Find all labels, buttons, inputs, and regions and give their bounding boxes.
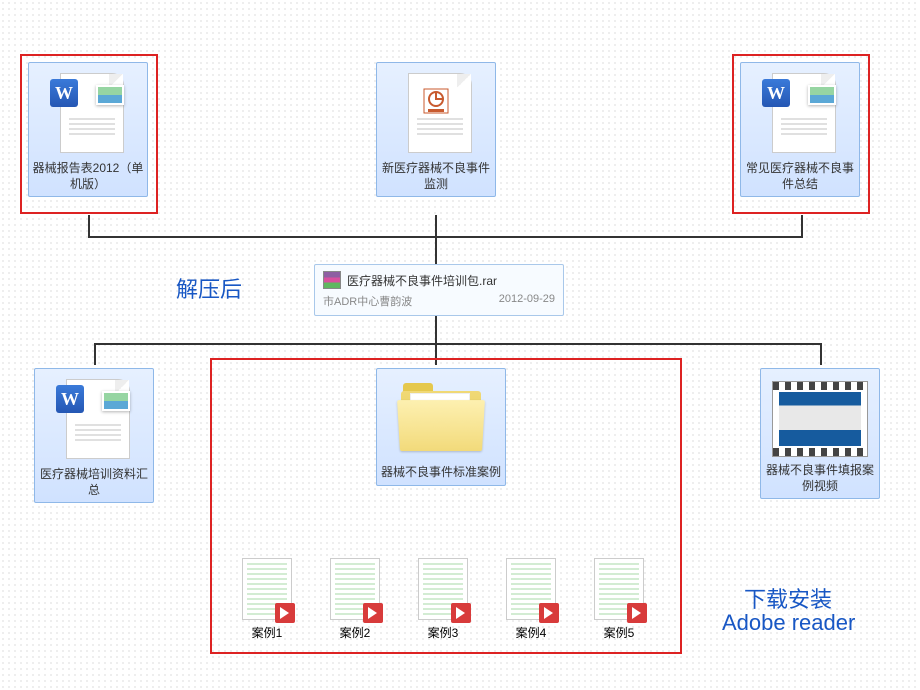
connector xyxy=(435,215,437,237)
connector xyxy=(820,343,822,365)
word-doc-icon: W xyxy=(760,67,840,157)
pdf-icon xyxy=(242,558,292,620)
rar-icon xyxy=(323,271,341,289)
word-doc-icon: W xyxy=(54,373,134,463)
connector xyxy=(435,312,437,344)
connector xyxy=(94,343,96,365)
ppt-doc-icon xyxy=(396,67,476,157)
file-item-report-2012[interactable]: W 器械报告表2012（单机版） xyxy=(28,62,148,197)
file-item-common-events[interactable]: W 常见医疗器械不良事件总结 xyxy=(740,62,860,197)
pdf-case[interactable]: 案例5 xyxy=(584,558,654,641)
connector xyxy=(801,215,803,237)
pdf-case[interactable]: 案例3 xyxy=(408,558,478,641)
annotation-extract: 解压后 xyxy=(176,272,242,304)
connector xyxy=(435,343,437,365)
file-item-monitoring[interactable]: 新医疗器械不良事件监测 xyxy=(376,62,496,197)
connector xyxy=(94,343,822,345)
folder-icon xyxy=(396,383,486,453)
connector xyxy=(435,236,437,264)
pdf-case[interactable]: 案例4 xyxy=(496,558,566,641)
pdf-case[interactable]: 案例1 xyxy=(232,558,302,641)
pdf-case[interactable]: 案例2 xyxy=(320,558,390,641)
file-item-training-summary[interactable]: W 医疗器械培训资料汇总 xyxy=(34,368,154,503)
connector xyxy=(88,236,803,238)
pdf-case-row: 案例1 案例2 案例3 案例4 案例5 xyxy=(232,558,654,641)
archive-file[interactable]: 医疗器械不良事件培训包.rar 市ADR中心曹韵波 2012-09-29 xyxy=(314,264,564,316)
pdf-icon xyxy=(594,558,644,620)
file-item-standard-cases-folder[interactable]: 器械不良事件标准案例 xyxy=(376,368,506,486)
archive-date: 2012-09-29 xyxy=(499,293,555,309)
archive-name: 医疗器械不良事件培训包.rar xyxy=(347,272,497,289)
archive-author: 市ADR中心曹韵波 xyxy=(323,293,412,309)
connector xyxy=(88,215,90,237)
pdf-icon xyxy=(418,558,468,620)
annotation-adobe: Adobe reader xyxy=(722,610,855,636)
video-icon xyxy=(772,381,868,457)
pdf-icon xyxy=(506,558,556,620)
file-item-video[interactable]: 器械不良事件填报案例视频 xyxy=(760,368,880,499)
pdf-icon xyxy=(330,558,380,620)
word-doc-icon: W xyxy=(48,67,128,157)
